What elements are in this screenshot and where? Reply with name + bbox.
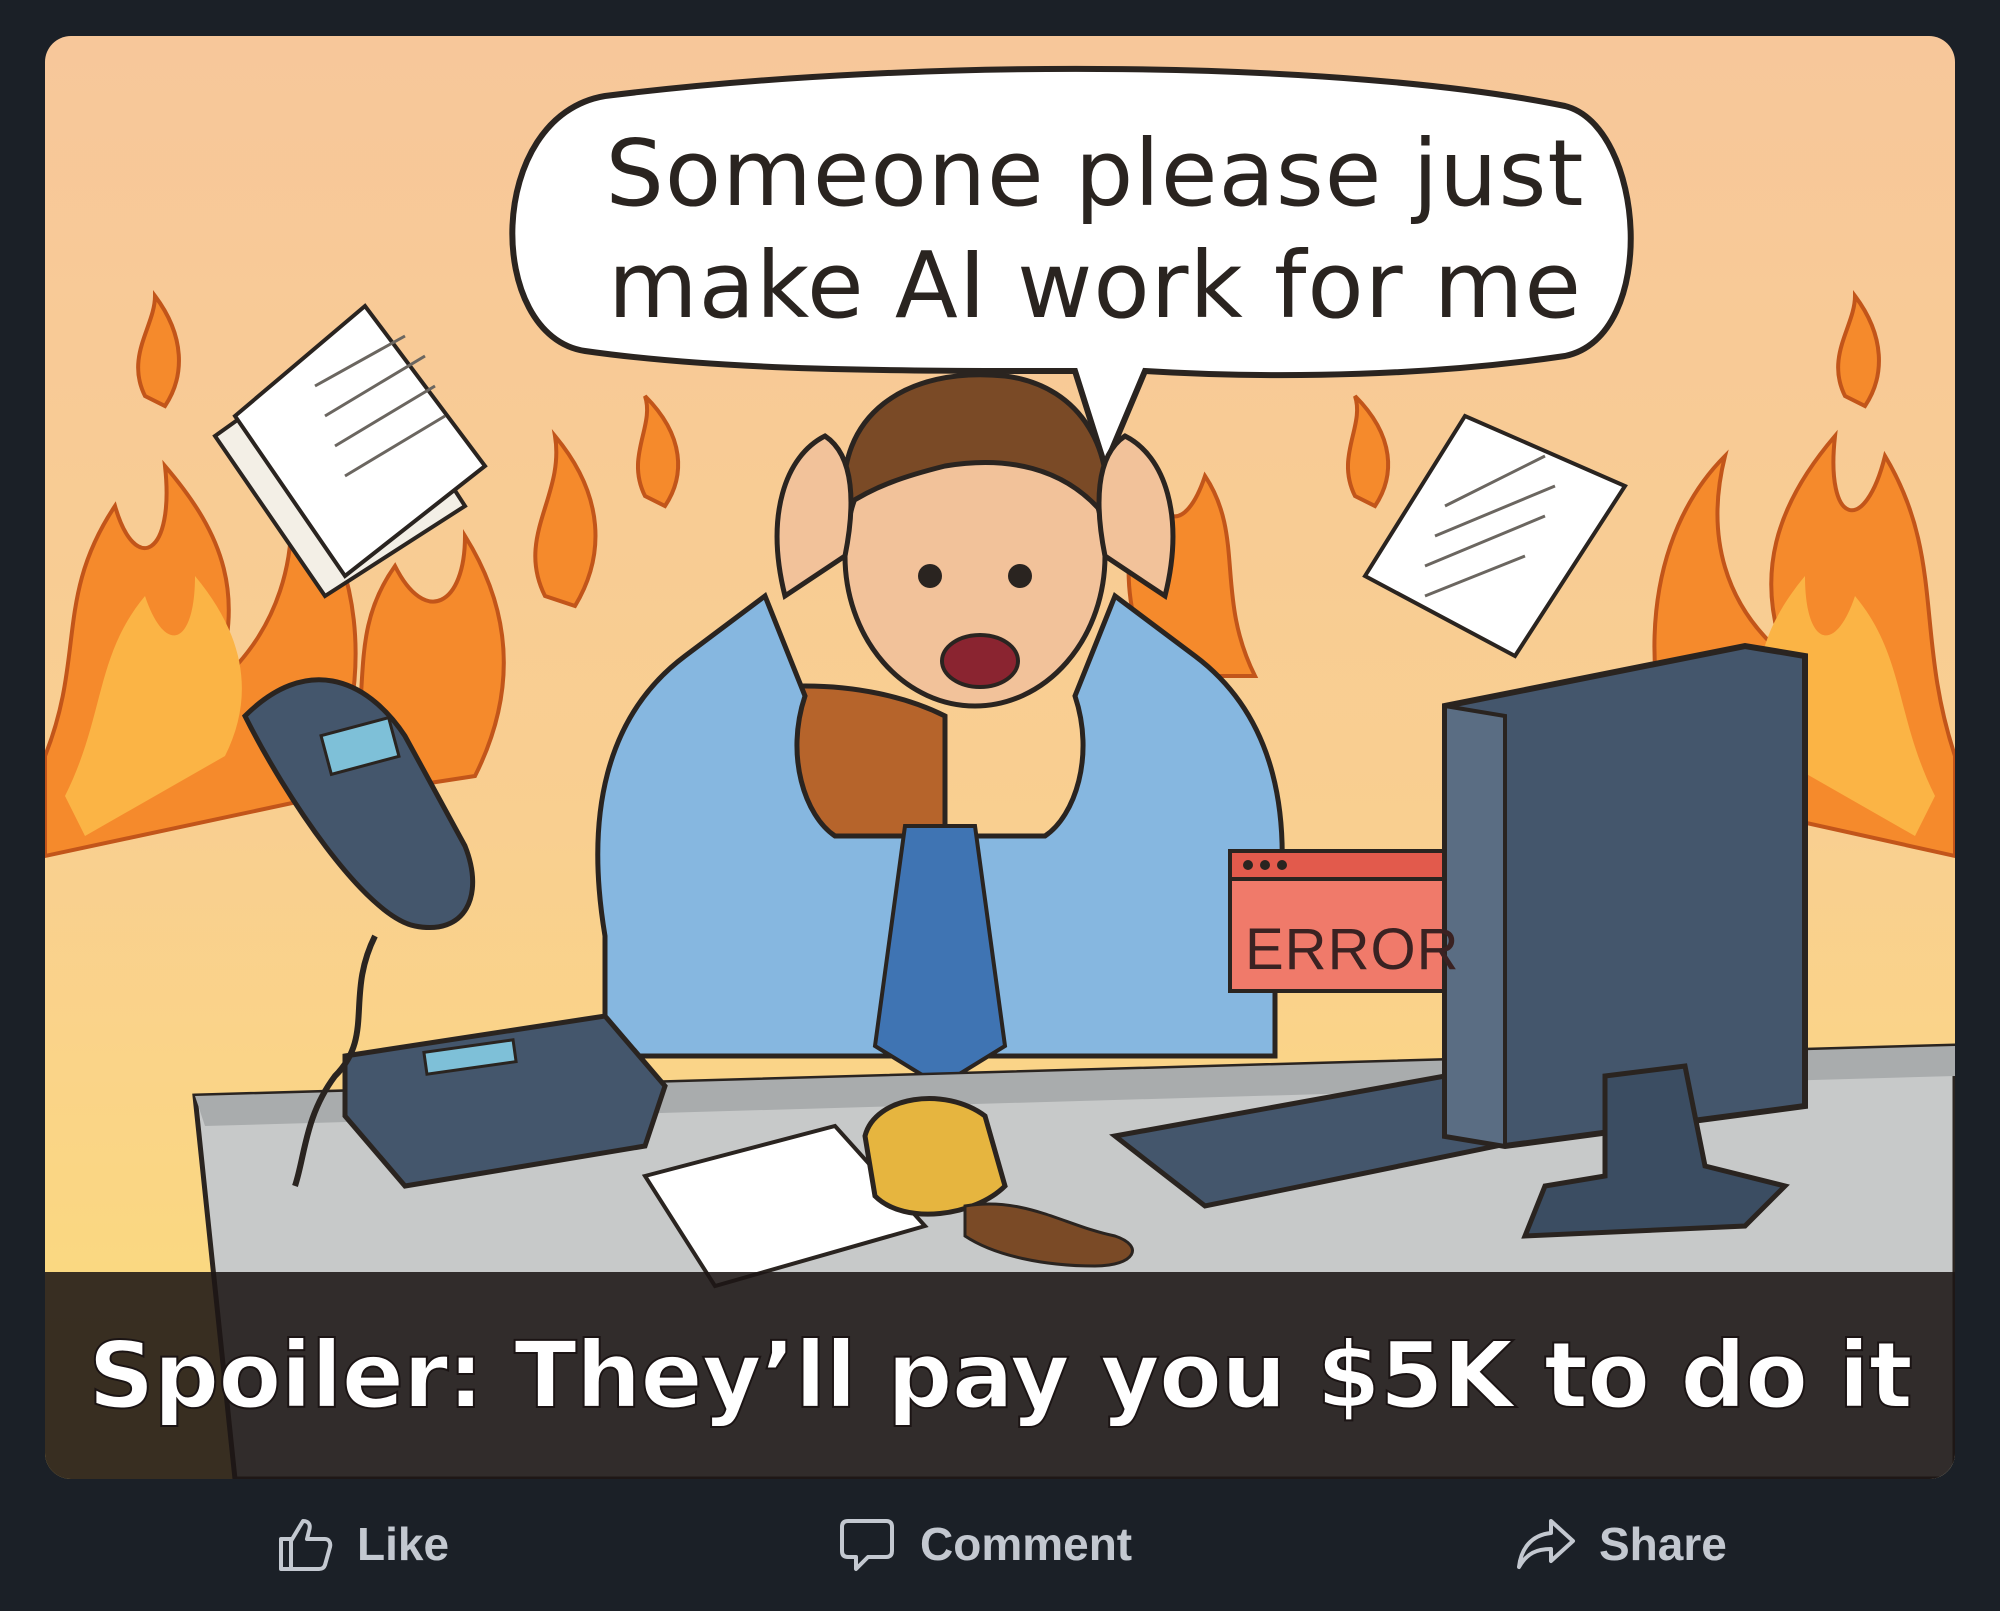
caption-bar: Spoiler: They’ll pay you $5K to do it bbox=[45, 1272, 1955, 1479]
speech-line-1: Someone please just bbox=[605, 120, 1585, 227]
like-label: Like bbox=[357, 1518, 450, 1570]
flying-paper-left bbox=[212, 303, 488, 599]
comment-label: Comment bbox=[920, 1518, 1133, 1570]
error-label: ERROR bbox=[1245, 917, 1460, 982]
share-arrow-icon bbox=[1515, 1513, 1577, 1575]
speech-line-2: make AI work for me bbox=[608, 232, 1582, 339]
share-button[interactable]: Share bbox=[1515, 1509, 1727, 1579]
post-actions-bar: Like Comment Share bbox=[45, 1479, 1955, 1611]
caption-text: Spoiler: They’ll pay you $5K to do it bbox=[87, 1321, 1914, 1430]
comment-button[interactable]: Comment bbox=[836, 1509, 1132, 1579]
share-label: Share bbox=[1599, 1518, 1727, 1570]
speech-bubble-text: Someone please just make AI work for me bbox=[535, 118, 1655, 342]
flying-paper-right bbox=[1362, 413, 1628, 659]
like-button[interactable]: Like bbox=[273, 1509, 449, 1579]
post-image[interactable]: Someone please just make AI work for me … bbox=[45, 36, 1955, 1479]
thumbs-up-icon bbox=[273, 1513, 335, 1575]
comment-icon bbox=[836, 1513, 898, 1575]
